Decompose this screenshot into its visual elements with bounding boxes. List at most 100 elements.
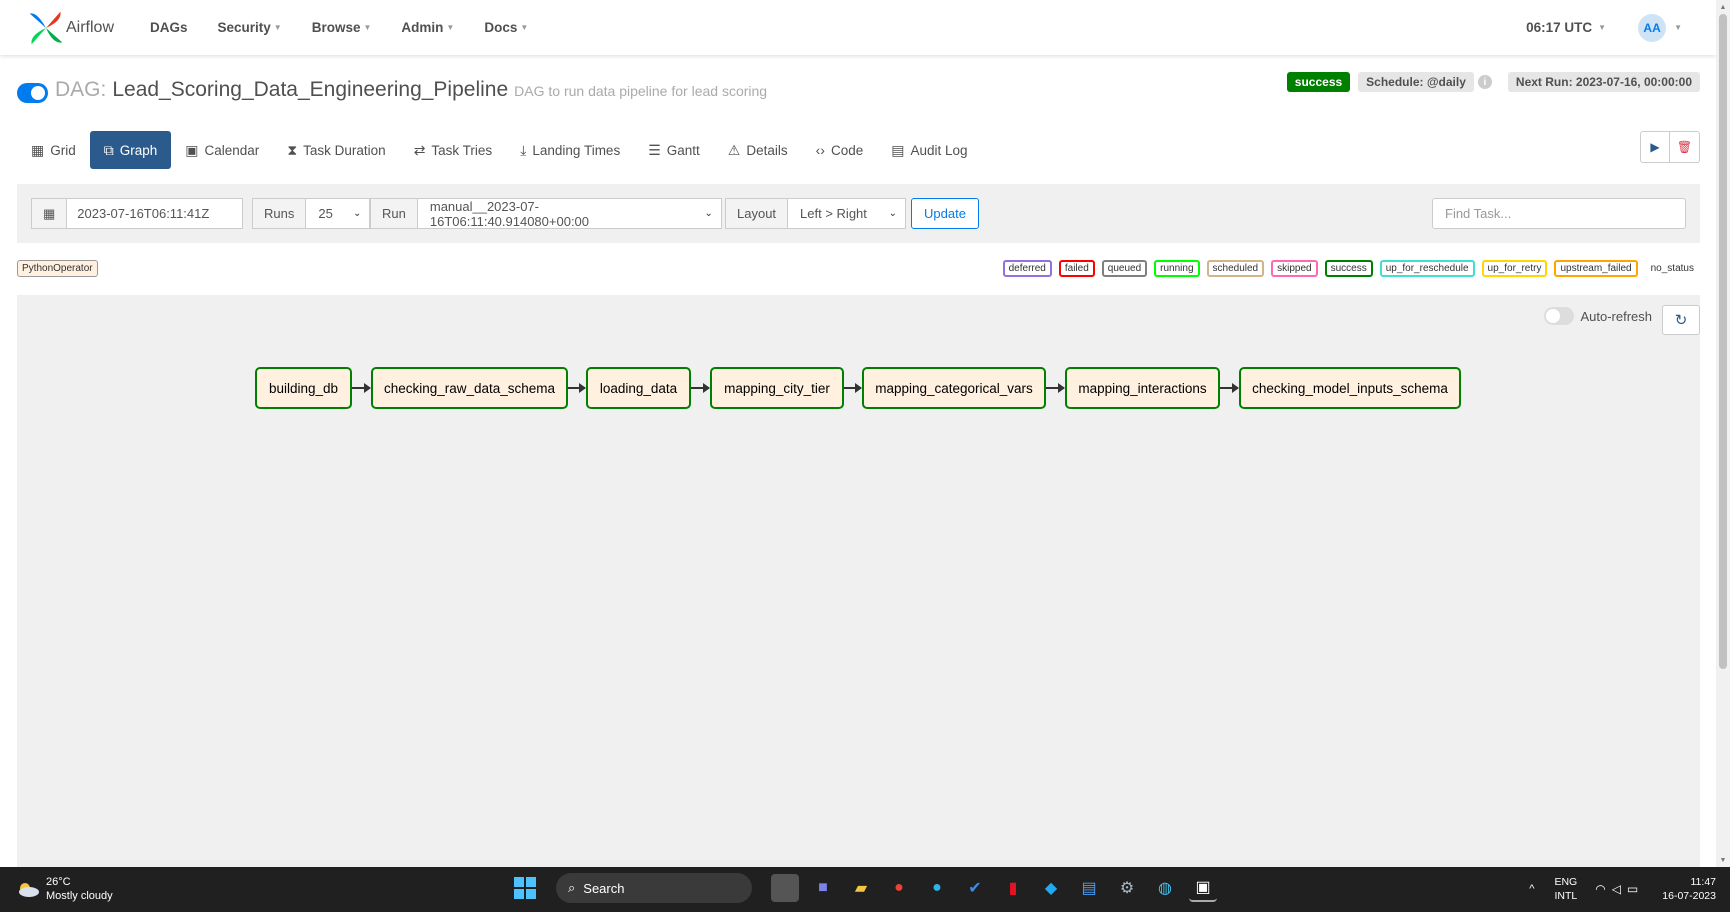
- wifi-volume-battery-icons[interactable]: ◠◁▭: [1595, 882, 1644, 896]
- auto-refresh-label: Auto-refresh: [1580, 308, 1652, 324]
- airflow-pinwheel-icon: [29, 11, 63, 44]
- find-task-input[interactable]: Find Task...: [1432, 198, 1686, 229]
- edge-arrow: [352, 383, 371, 393]
- tab-task-duration[interactable]: ⧗ Task Duration: [273, 131, 399, 169]
- status-success[interactable]: success: [1324, 260, 1373, 277]
- vscode-icon[interactable]: ◆: [1037, 874, 1065, 902]
- layout-select[interactable]: Left > Right ⌄: [788, 198, 907, 229]
- audit-icon: ▤: [891, 141, 905, 158]
- caret-down-icon: ▼: [520, 23, 529, 32]
- security-app-icon[interactable]: ▮: [999, 874, 1027, 902]
- nav-browse[interactable]: Browse ▼: [312, 20, 372, 35]
- scroll-down-icon[interactable]: ▼: [1716, 853, 1730, 867]
- snipping-tool-icon[interactable]: ▣: [1189, 874, 1217, 902]
- user-avatar[interactable]: AA: [1638, 13, 1667, 42]
- nav-dags[interactable]: DAGs: [150, 20, 188, 35]
- task-node-checking-raw-data-schema[interactable]: checking_raw_data_schema: [371, 367, 568, 409]
- tab-label: Calendar: [204, 142, 260, 158]
- timezone-dropdown[interactable]: 06:17 UTC ▼: [1526, 20, 1606, 35]
- tab-task-tries[interactable]: ⇄ Task Tries: [400, 131, 507, 169]
- task-node-mapping-categorical-vars[interactable]: mapping_categorical_vars: [862, 367, 1046, 409]
- tab-grid[interactable]: ▦ Grid: [17, 131, 90, 169]
- tab-graph[interactable]: ⧉ Graph: [89, 131, 172, 169]
- run-select[interactable]: manual__2023-07-16T06:11:40.914080+00:00…: [417, 198, 722, 229]
- auto-refresh-switch[interactable]: [1544, 307, 1575, 325]
- run-value: manual__2023-07-16T06:11:40.914080+00:00: [429, 198, 590, 229]
- tab-label: Task Duration: [303, 142, 386, 158]
- temperature: 26°C: [46, 876, 71, 888]
- status-up-for-retry[interactable]: up_for_retry: [1481, 260, 1548, 277]
- file-explorer-icon[interactable]: ▰: [847, 874, 875, 902]
- refresh-button[interactable]: ↻: [1662, 305, 1700, 335]
- status-scheduled[interactable]: scheduled: [1206, 260, 1265, 277]
- dag-graph-canvas[interactable]: Auto-refresh ↻ building_db checking_raw_…: [17, 295, 1700, 867]
- tab-gantt[interactable]: ☰ Gantt: [634, 131, 714, 169]
- nav-admin[interactable]: Admin ▼: [401, 20, 454, 35]
- page-scrollbar[interactable]: ▲ ▼: [1716, 0, 1730, 867]
- dag-status-badge: success: [1286, 72, 1351, 92]
- tab-code[interactable]: ‹› Code: [802, 131, 878, 169]
- tab-label: Landing Times: [532, 142, 621, 158]
- calendar-icon[interactable]: ▦: [31, 198, 68, 229]
- globe-icon[interactable]: ◍: [1151, 874, 1179, 902]
- airflow-logo[interactable]: Airflow: [28, 10, 132, 46]
- status-failed[interactable]: failed: [1058, 260, 1095, 277]
- play-icon: ▶: [1650, 140, 1660, 154]
- nav-security[interactable]: Security ▼: [218, 20, 282, 35]
- status-running[interactable]: running: [1154, 260, 1200, 277]
- trigger-dag-button[interactable]: ▶: [1640, 131, 1670, 163]
- nav-docs-label: Docs: [484, 20, 518, 35]
- auto-refresh-toggle[interactable]: Auto-refresh: [1544, 307, 1652, 325]
- task-view-icon[interactable]: [771, 874, 799, 902]
- dag-pause-toggle[interactable]: [17, 83, 48, 103]
- tab-calendar[interactable]: ▣ Calendar: [171, 131, 273, 169]
- delete-dag-button[interactable]: 🗑: [1670, 131, 1700, 163]
- tab-landing-times[interactable]: ⤓ Landing Times: [506, 131, 634, 169]
- nav-docs[interactable]: Docs ▼: [484, 20, 528, 35]
- scroll-up-icon[interactable]: ▲: [1716, 0, 1730, 14]
- status-legend: deferred failed queued running scheduled…: [996, 260, 1700, 277]
- info-icon[interactable]: i: [1477, 75, 1492, 89]
- clock[interactable]: 11:47 16-07-2023: [1662, 875, 1716, 903]
- scroll-thumb[interactable]: [1719, 14, 1727, 669]
- base-date-group: ▦ 2023-07-16T06:11:41Z: [31, 198, 244, 229]
- task-node-building-db[interactable]: building_db: [255, 367, 352, 409]
- search-icon: ⌕: [568, 880, 576, 895]
- task-node-mapping-city-tier[interactable]: mapping_city_tier: [710, 367, 844, 409]
- tab-label: Audit Log: [910, 142, 968, 158]
- update-button[interactable]: Update: [911, 198, 979, 229]
- notepad-icon[interactable]: ▤: [1075, 874, 1103, 902]
- chevron-down-icon: ⌄: [704, 208, 713, 219]
- windows-start-icon[interactable]: [514, 877, 536, 899]
- status-queued[interactable]: queued: [1101, 260, 1148, 277]
- brand-name: Airflow: [66, 18, 115, 36]
- gantt-icon: ☰: [648, 141, 661, 158]
- status-no-status[interactable]: no_status: [1644, 260, 1700, 277]
- tray-chevron-up-icon[interactable]: ^: [1529, 883, 1534, 895]
- tab-details[interactable]: ⚠ Details: [714, 131, 802, 169]
- weather-widget[interactable]: 26°C Mostly cloudy: [16, 875, 113, 903]
- todo-icon[interactable]: ✔: [961, 874, 989, 902]
- dag-badges: success Schedule: @daily i Next Run: 202…: [1279, 72, 1700, 92]
- settings-gear-icon[interactable]: ⚙: [1113, 874, 1141, 902]
- top-navbar: Airflow DAGs Security ▼ Browse ▼ Admin ▼ Do…: [0, 0, 1716, 55]
- os-taskbar: 26°C Mostly cloudy ⌕ Search ■ ▰ ● ● ✔ ▮ ◆…: [0, 867, 1730, 912]
- edge-icon[interactable]: ●: [923, 874, 951, 902]
- status-deferred[interactable]: deferred: [1002, 260, 1052, 277]
- task-node-checking-model-inputs-schema[interactable]: checking_model_inputs_schema: [1239, 367, 1461, 409]
- chat-icon[interactable]: ■: [809, 874, 837, 902]
- tab-label: Task Tries: [431, 142, 493, 158]
- language-indicator[interactable]: ENG INTL: [1554, 875, 1577, 903]
- status-skipped[interactable]: skipped: [1271, 260, 1318, 277]
- runs-select[interactable]: 25 ⌄: [306, 198, 371, 229]
- taskbar-search[interactable]: ⌕ Search: [556, 873, 752, 903]
- task-node-loading-data[interactable]: loading_data: [586, 367, 691, 409]
- status-up-for-reschedule[interactable]: up_for_reschedule: [1379, 260, 1475, 277]
- task-node-mapping-interactions[interactable]: mapping_interactions: [1065, 367, 1220, 409]
- chrome-icon[interactable]: ●: [885, 874, 913, 902]
- operator-legend: PythonOperator: [17, 260, 98, 277]
- base-date-input[interactable]: 2023-07-16T06:11:41Z: [67, 198, 244, 229]
- chevron-down-icon: ⌄: [888, 208, 898, 219]
- status-upstream-failed[interactable]: upstream_failed: [1554, 260, 1638, 277]
- tab-audit-log[interactable]: ▤ Audit Log: [877, 131, 981, 169]
